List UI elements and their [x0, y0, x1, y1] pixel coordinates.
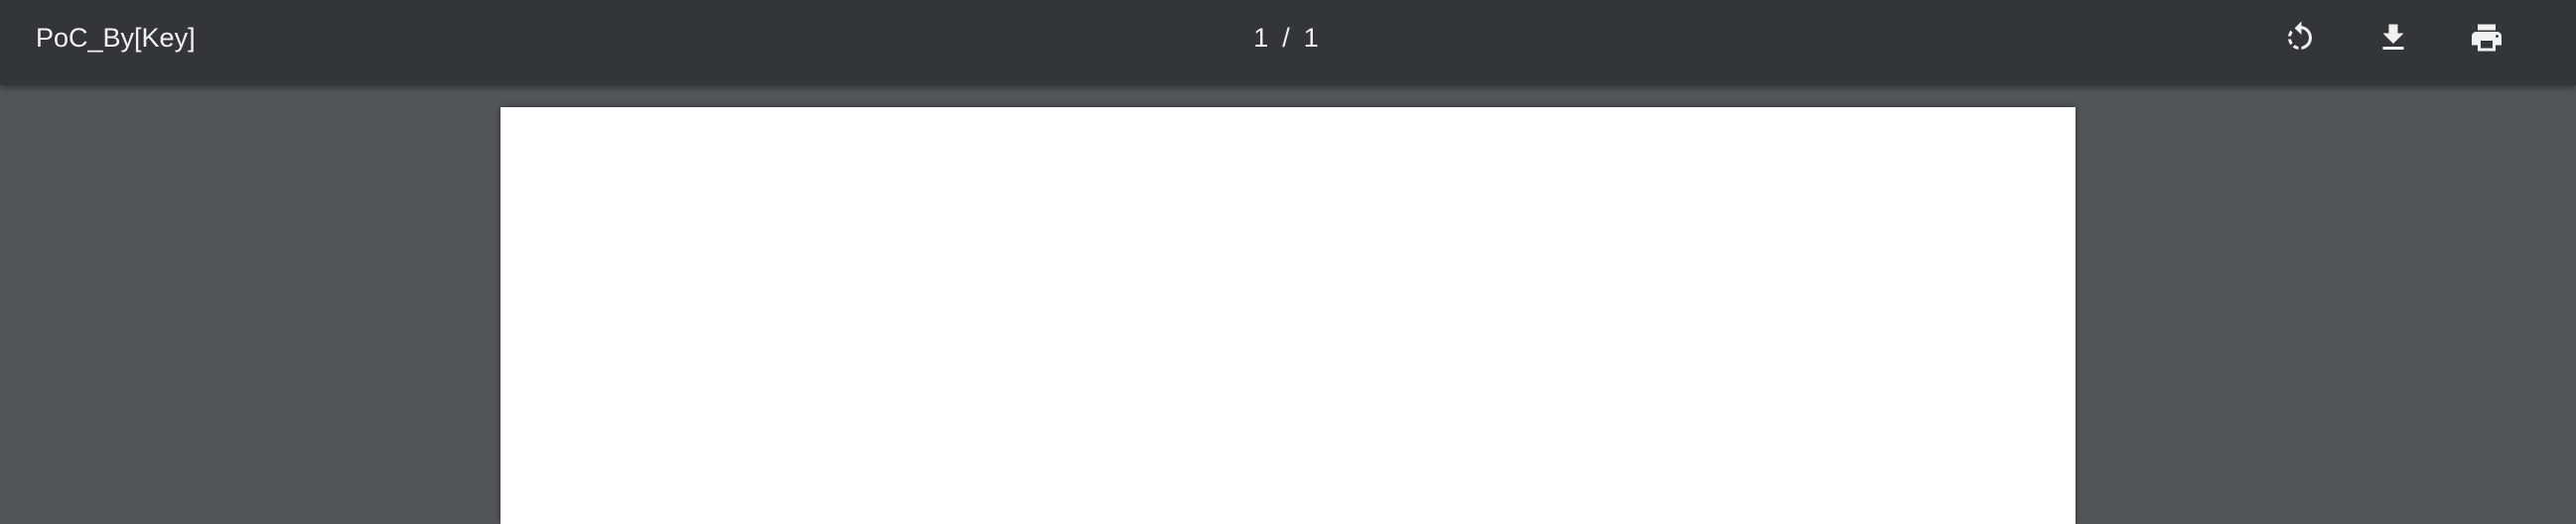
rotate-icon — [2288, 21, 2312, 50]
page-separator: / — [1282, 23, 1290, 53]
pdf-toolbar: PoC_By[Key] 1 / 1 — [0, 0, 2576, 85]
print-icon — [2472, 24, 2502, 52]
page-indicator: 1 / 1 — [1221, 0, 1351, 75]
download-icon — [2382, 24, 2404, 50]
current-page-number[interactable]: 1 — [1253, 0, 1268, 75]
pdf-page — [501, 107, 2075, 524]
rotate-button[interactable] — [2276, 14, 2324, 62]
document-viewer[interactable] — [0, 85, 2576, 524]
document-title: PoC_By[Key] — [36, 23, 196, 53]
print-button[interactable] — [2463, 14, 2510, 62]
total-pages: 1 — [1303, 23, 1319, 53]
download-button[interactable] — [2369, 14, 2417, 62]
